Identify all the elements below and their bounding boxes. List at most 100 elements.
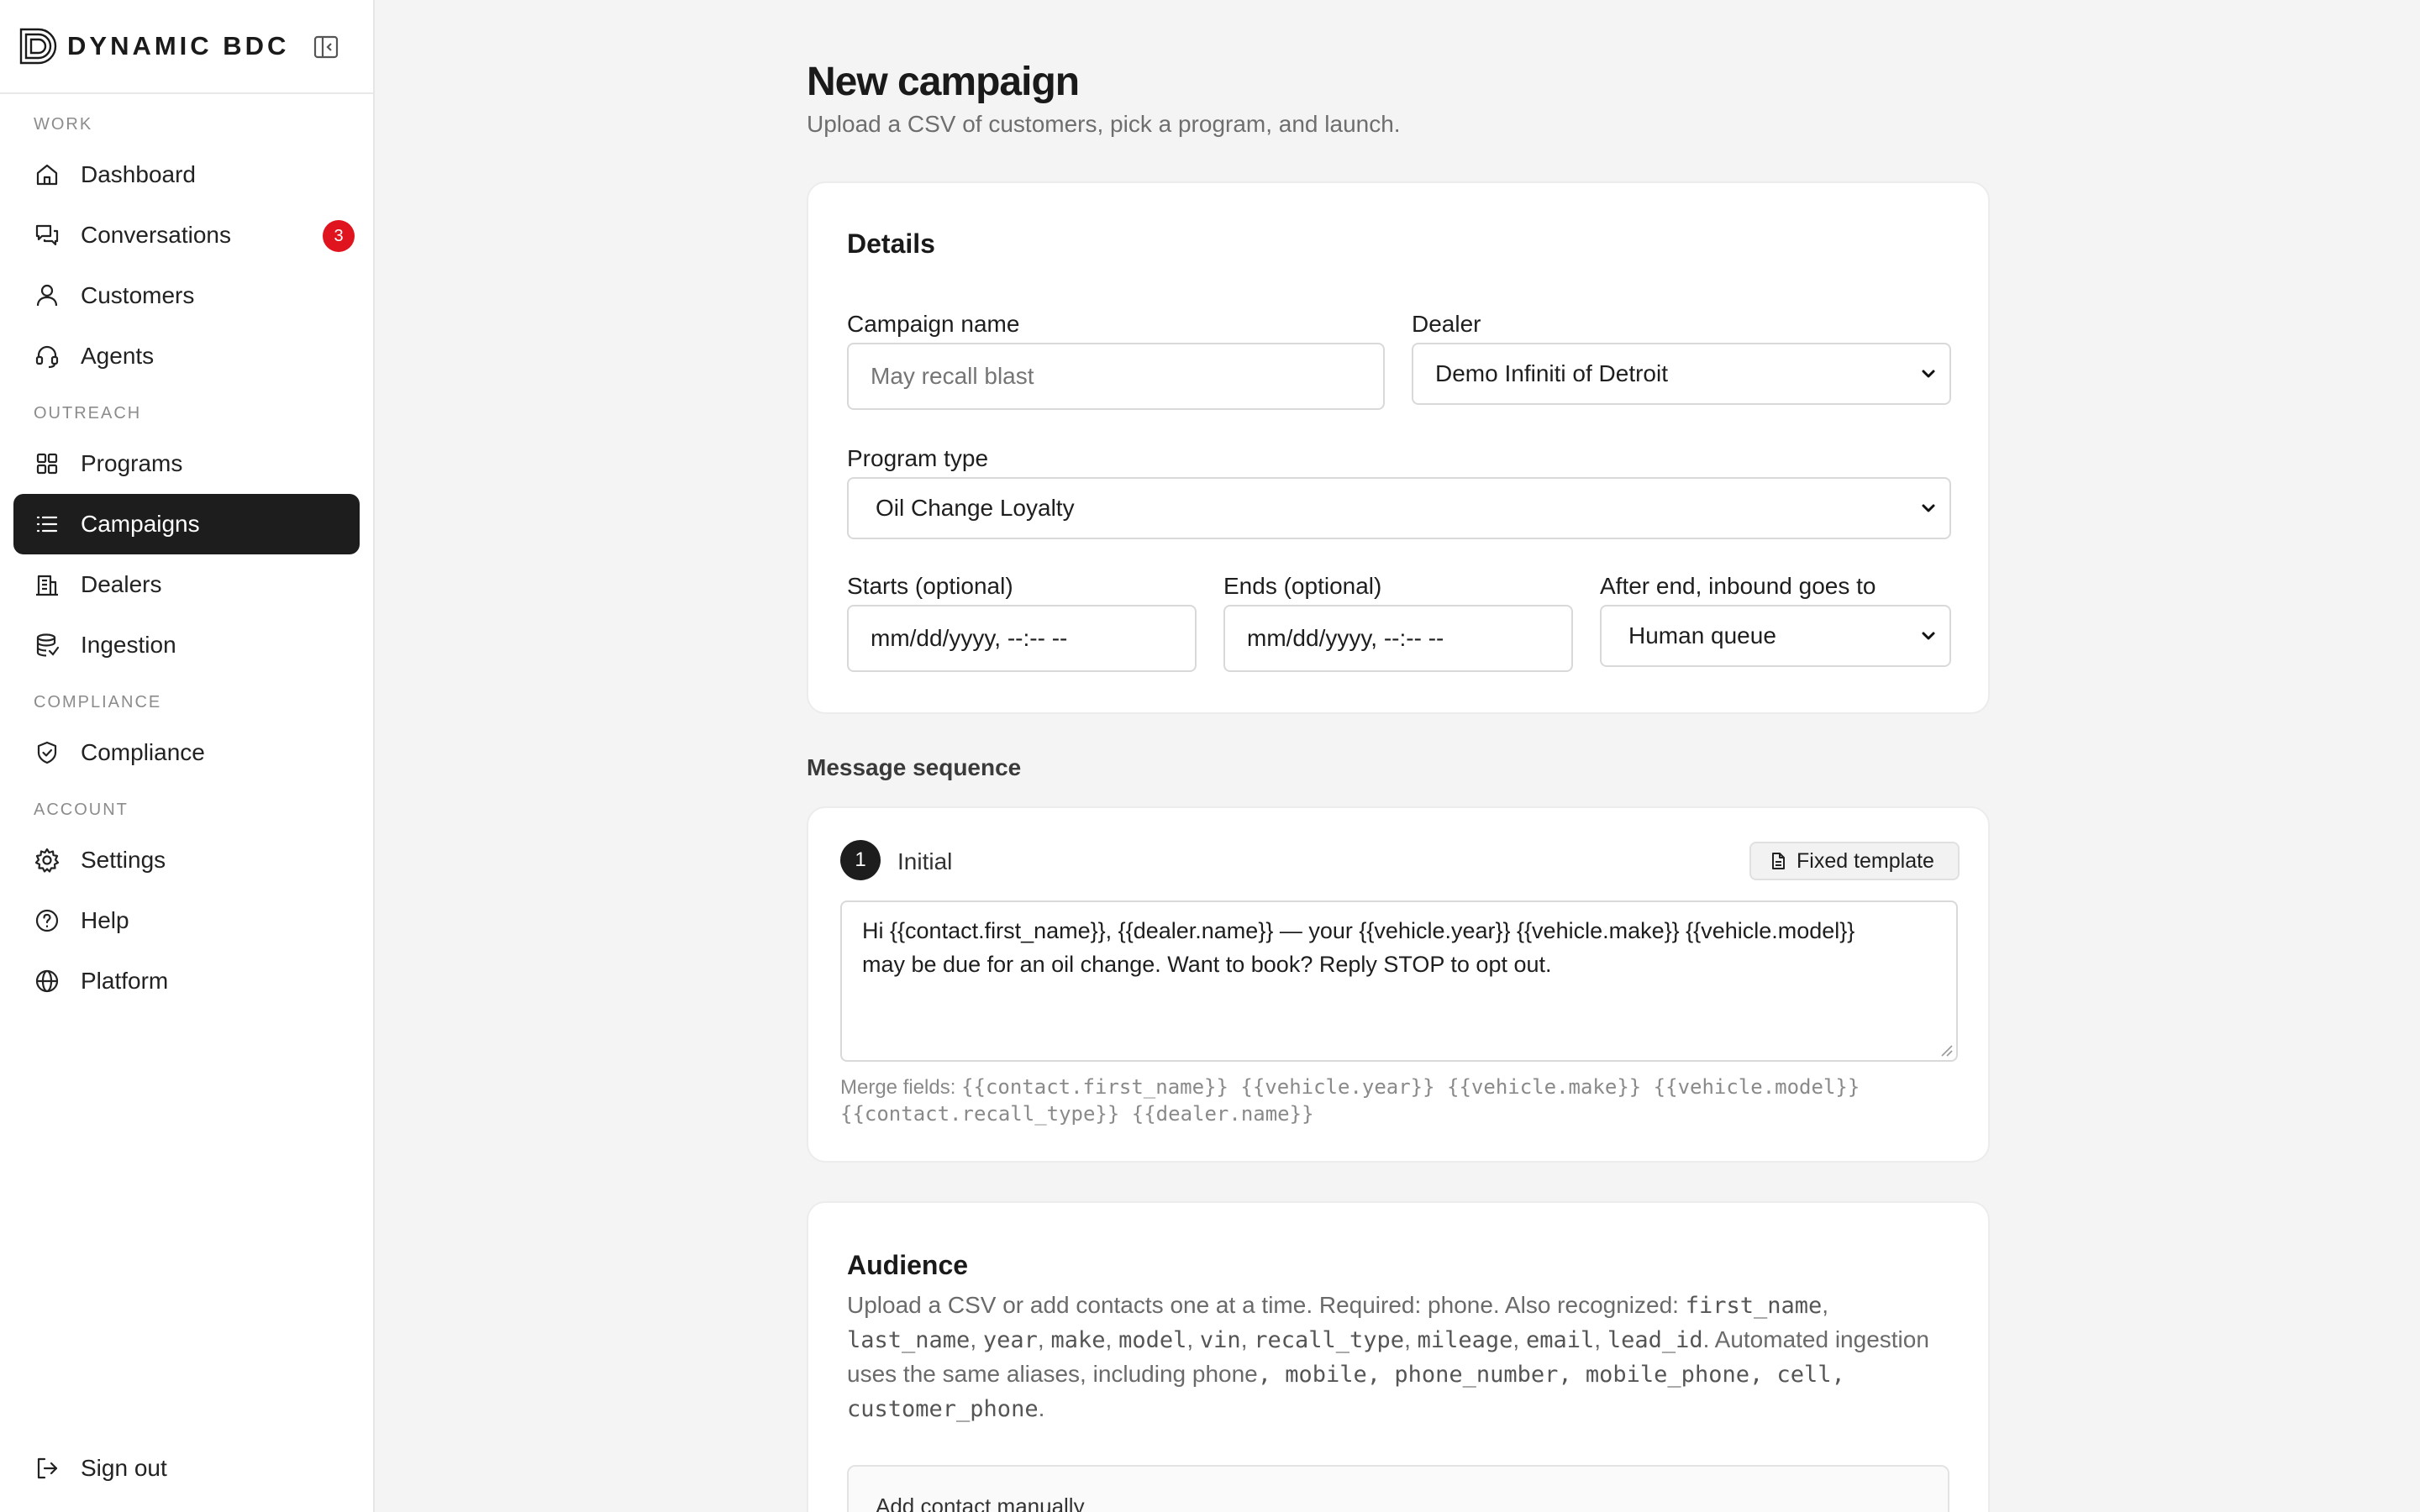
step-number-badge: 1 (840, 840, 881, 880)
gear-icon (34, 848, 60, 873)
message-sequence-heading: Message sequence (807, 754, 1022, 780)
sidebar-item-label: Help (81, 907, 129, 933)
fixed-template-button[interactable]: Fixed template (1749, 842, 1960, 880)
sidebar-item-ingestion[interactable]: Ingestion (13, 615, 360, 675)
collapse-sidebar-icon[interactable] (313, 34, 339, 60)
sidebar-item-conversations[interactable]: Conversations 3 (13, 205, 360, 265)
dealer-select[interactable]: Demo Infiniti of Detroit (1412, 343, 1951, 405)
grid-icon (36, 453, 58, 475)
sidebar-item-platform[interactable]: Platform (13, 951, 360, 1011)
field-separator: , (1822, 1292, 1829, 1318)
dealer-select-value: Demo Infiniti of Detroit (1435, 360, 1668, 386)
sidebar-item-label: Sign out (81, 1455, 167, 1481)
home-icon (36, 164, 58, 186)
field-first-name: first_name (1685, 1293, 1823, 1319)
campaign-name-label: Campaign name (847, 311, 1020, 337)
fixed-template-label: Fixed template (1797, 848, 1934, 873)
add-contact-manually-label: Add contact manually (876, 1494, 1085, 1512)
sidebar-item-label: Agents (81, 343, 155, 369)
after-end-select[interactable]: Human queue (1600, 605, 1951, 667)
dealer-label: Dealer (1412, 311, 1481, 337)
nav-section-outreach: OUTREACH (34, 403, 142, 423)
headset-icon (35, 345, 59, 369)
page-title: New campaign (807, 60, 1080, 104)
field-separator: , (1037, 1326, 1051, 1352)
field-vin: vin (1199, 1327, 1241, 1353)
ends-label: Ends (optional) (1223, 573, 1382, 599)
chevron-down-icon (1922, 370, 1935, 378)
list-icon (36, 516, 58, 533)
brand-logo-icon (19, 28, 57, 65)
field-lead-id: lead_id (1607, 1327, 1703, 1353)
field-recall-type: recall_type (1254, 1327, 1405, 1353)
nav-section-account: ACCOUNT (34, 800, 129, 819)
audience-title: Audience (847, 1250, 969, 1280)
message-textarea[interactable]: Hi {{contact.first_name}}, {{dealer.name… (840, 900, 1958, 1062)
merge-fields-list-1: {{contact.first_name}} {{vehicle.year}} … (961, 1075, 1860, 1099)
sidebar-item-settings[interactable]: Settings (13, 830, 360, 890)
field-year: year (982, 1327, 1038, 1353)
sidebar-item-label: Platform (81, 968, 169, 994)
starts-label: Starts (optional) (847, 573, 1013, 599)
field-separator: , (1105, 1326, 1119, 1352)
after-end-select-value: Human queue (1628, 622, 1776, 648)
chevron-down-icon (1922, 632, 1935, 640)
ends-datetime-input[interactable]: mm/dd/yyyy, --:-- -- (1223, 605, 1573, 672)
sidebar-item-label: Compliance (81, 739, 205, 765)
sidebar-item-dashboard[interactable]: Dashboard (13, 144, 360, 205)
brand-header: DYNAMIC BDC (0, 0, 373, 94)
field-separator: , (1594, 1326, 1607, 1352)
sidebar-item-campaigns[interactable]: Campaigns (13, 494, 360, 554)
program-type-select[interactable]: Oil Change Loyalty (847, 477, 1951, 539)
sidebar-item-label: Programs (81, 450, 183, 476)
field-separator: , (1404, 1326, 1418, 1352)
merge-fields-list-2: {{contact.recall_type}} {{dealer.name}} (840, 1102, 1314, 1126)
field-separator: , (1240, 1326, 1255, 1352)
details-card: Details Campaign name Dealer Demo Infini… (807, 181, 1990, 714)
sidebar-item-agents[interactable]: Agents (13, 326, 360, 386)
ends-datetime-value: mm/dd/yyyy, --:-- -- (1247, 625, 1444, 651)
sidebar-item-label: Ingestion (81, 632, 176, 658)
sequence-step-card: 1 Initial Fixed template Hi {{contact.fi… (807, 806, 1990, 1163)
sidebar-item-dealers[interactable]: Dealers (13, 554, 360, 615)
program-type-label: Program type (847, 445, 989, 471)
field-model: model (1118, 1327, 1187, 1353)
chat-bubbles-icon (35, 224, 59, 246)
field-separator: , (1512, 1326, 1526, 1352)
details-title: Details (847, 228, 935, 259)
step-label: Initial (897, 848, 953, 874)
unread-count-badge: 3 (323, 220, 355, 252)
database-icon (36, 633, 60, 657)
user-icon (36, 284, 58, 307)
brand-name: DYNAMIC BDC (67, 31, 290, 60)
field-make: make (1050, 1327, 1106, 1353)
resize-grip-icon[interactable] (1939, 1043, 1953, 1057)
sidebar-item-label: Dealers (81, 571, 162, 597)
sidebar: DYNAMIC BDC WORK Dashboard Conversations… (0, 0, 375, 1512)
audience-desc-text: . (1038, 1395, 1045, 1421)
sign-out-icon (37, 1457, 58, 1479)
shield-check-icon (37, 741, 57, 764)
sidebar-item-label: Dashboard (81, 161, 196, 187)
field-email: email (1525, 1327, 1595, 1353)
sidebar-item-customers[interactable]: Customers (13, 265, 360, 326)
sidebar-item-help[interactable]: Help (13, 890, 360, 951)
sidebar-item-label: Customers (81, 282, 195, 308)
sidebar-item-label: Campaigns (81, 511, 200, 537)
sidebar-item-compliance[interactable]: Compliance (13, 722, 360, 783)
program-type-select-value: Oil Change Loyalty (876, 495, 1075, 521)
starts-datetime-input[interactable]: mm/dd/yyyy, --:-- -- (847, 605, 1197, 672)
field-mileage: mileage (1417, 1327, 1513, 1353)
field-separator: , (1186, 1326, 1200, 1352)
sidebar-item-sign-out[interactable]: Sign out (13, 1438, 361, 1499)
globe-icon (35, 969, 59, 993)
sidebar-item-programs[interactable]: Programs (13, 433, 360, 494)
add-contact-manually-toggle[interactable]: Add contact manually (847, 1465, 1949, 1512)
sidebar-item-label: Conversations (81, 222, 231, 248)
nav-section-work: WORK (34, 114, 93, 134)
audience-desc-text: Upload a CSV or add contacts one at a ti… (847, 1292, 1686, 1318)
merge-fields-line-1: Merge fields: {{contact.first_name}} {{v… (840, 1074, 1860, 1101)
message-line-2: may be due for an oil change. Want to bo… (862, 952, 1552, 977)
audience-description: Upload a CSV or add contacts one at a ti… (847, 1289, 1956, 1426)
campaign-name-input[interactable] (847, 343, 1385, 410)
